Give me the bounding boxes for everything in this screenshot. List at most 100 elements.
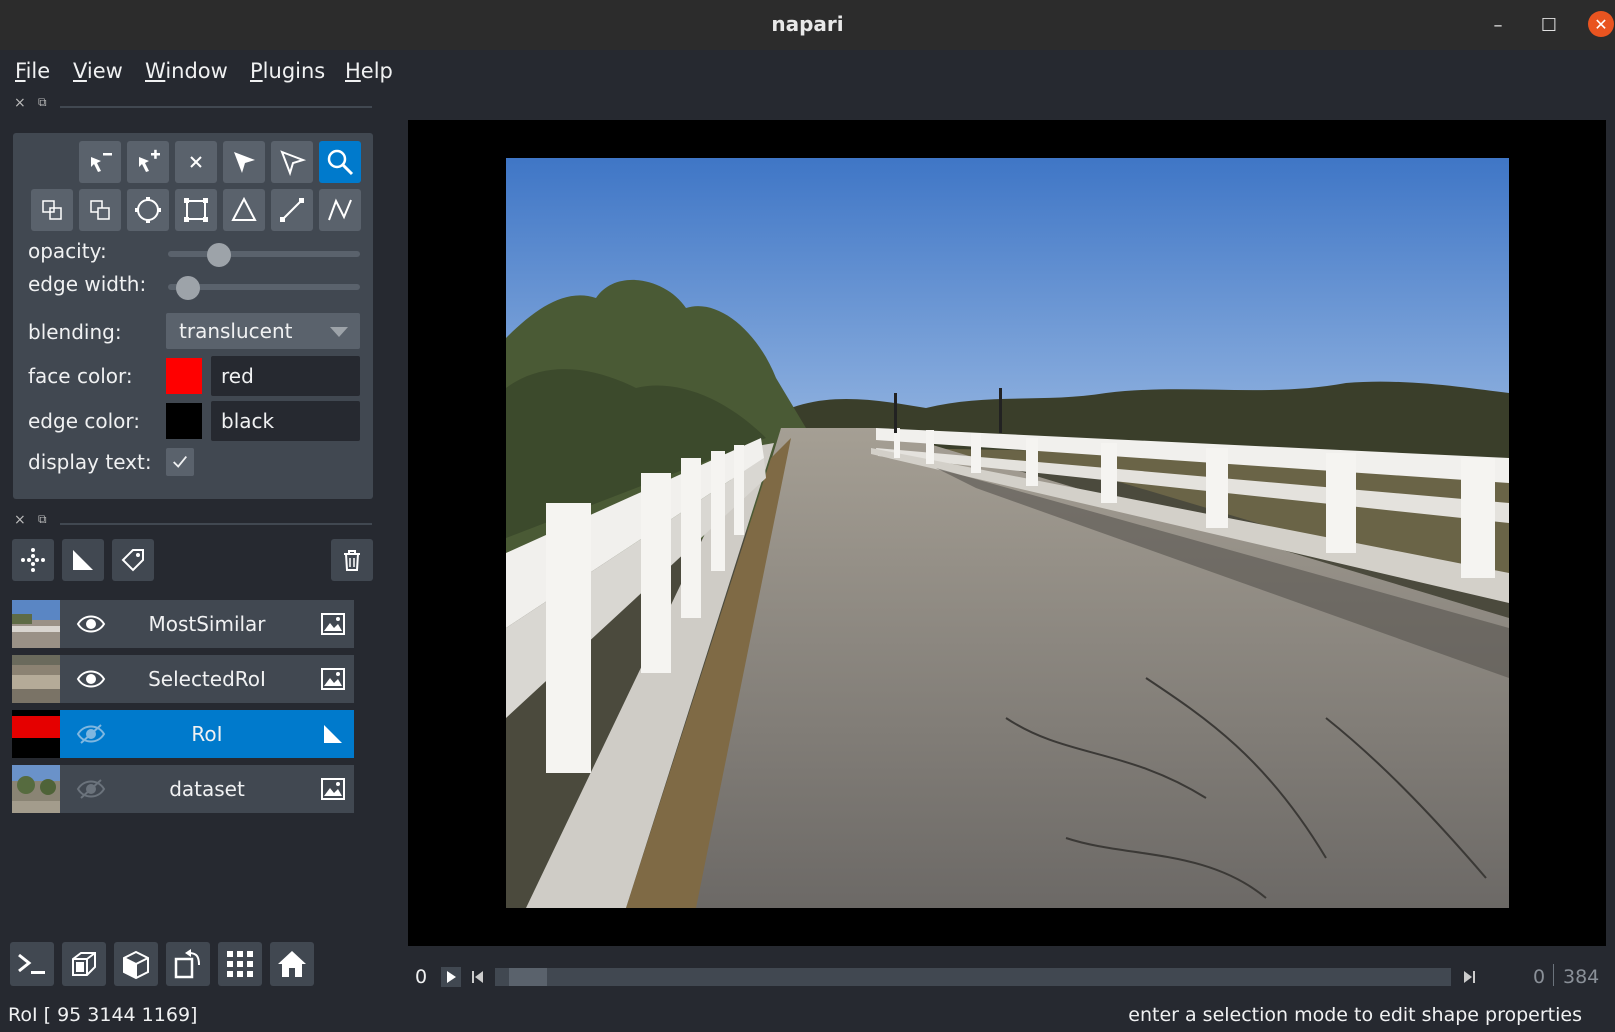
layer-name[interactable]: MostSimilar: [120, 612, 294, 636]
move-front-button[interactable]: [79, 189, 121, 231]
image-icon: [321, 668, 345, 690]
layer-thumbnail: [12, 765, 60, 813]
dims-slider-bar: 0 0 384: [408, 958, 1606, 996]
add-ellipse-button[interactable]: [127, 189, 169, 231]
dock-float-icon[interactable]: ⧉: [38, 95, 47, 110]
layer-controls-dock-header: × ⧉: [14, 95, 372, 114]
ndisplay-button[interactable]: [62, 942, 106, 986]
ellipse-icon: [135, 197, 161, 223]
dims-slider-handle[interactable]: [508, 968, 547, 986]
menu-file[interactable]: File: [15, 59, 50, 83]
pan-zoom-button[interactable]: [319, 141, 361, 183]
menu-window[interactable]: Window: [145, 59, 228, 83]
add-rectangle-button[interactable]: [175, 189, 217, 231]
direct-select-button[interactable]: [223, 141, 265, 183]
add-vertex-button[interactable]: [127, 141, 169, 183]
edge-color-swatch[interactable]: [166, 403, 202, 439]
max-index-label: 384: [1563, 966, 1600, 988]
layer-name[interactable]: dataset: [120, 777, 294, 801]
line-icon: [280, 198, 304, 222]
eye-icon[interactable]: [76, 611, 106, 637]
status-bar: RoI [ 95 3144 1169] enter a selection mo…: [0, 1000, 1615, 1032]
layer-thumbnail: [12, 600, 60, 648]
dims-slider-track[interactable]: [495, 968, 1451, 986]
grid-view-button[interactable]: [218, 942, 262, 986]
trash-icon: [344, 550, 360, 571]
grid-icon: [227, 951, 253, 977]
remove-vertex-icon: [91, 153, 112, 172]
layer-row-roi[interactable]: RoI: [12, 710, 354, 758]
home-icon: [278, 951, 306, 977]
status-cursor-info: RoI [ 95 3144 1169]: [8, 1004, 198, 1026]
chevron-down-icon: [330, 327, 348, 337]
console-button[interactable]: [10, 942, 54, 986]
play-icon[interactable]: [441, 967, 461, 987]
viewer-canvas[interactable]: [408, 120, 1606, 946]
blending-value: translucent: [179, 319, 293, 343]
blending-dropdown[interactable]: translucent: [166, 313, 360, 349]
checkmark-icon: [173, 456, 187, 468]
transpose-icon: [174, 949, 200, 979]
new-points-layer-button[interactable]: [12, 539, 54, 581]
face-color-label: face color:: [28, 364, 133, 388]
minimize-button[interactable]: –: [1483, 10, 1513, 40]
opacity-label: opacity:: [28, 239, 107, 263]
maximize-button[interactable]: ☐: [1534, 10, 1564, 40]
eye-hidden-icon[interactable]: [76, 721, 106, 747]
status-help-text: enter a selection mode to edit shape pro…: [1128, 1004, 1582, 1026]
display-text-checkbox[interactable]: [166, 448, 194, 476]
image-icon: [321, 613, 345, 635]
edge-color-label: edge color:: [28, 409, 140, 433]
face-color-value: red: [221, 364, 254, 388]
layer-list-dock-header: × ⧉: [14, 512, 372, 531]
move-back-icon: [42, 200, 62, 220]
dock-float-icon[interactable]: ⧉: [38, 512, 47, 527]
face-color-field[interactable]: red: [211, 356, 360, 396]
add-vertex-icon: [139, 149, 160, 172]
current-index-label[interactable]: 0: [1533, 966, 1545, 988]
add-path-button[interactable]: [319, 189, 361, 231]
select-shapes-button[interactable]: [271, 141, 313, 183]
new-labels-layer-button[interactable]: [112, 539, 154, 581]
close-button[interactable]: ✕: [1588, 11, 1614, 37]
delete-layer-button[interactable]: [331, 539, 373, 581]
first-frame-icon[interactable]: [470, 967, 486, 987]
menu-view[interactable]: View: [73, 59, 123, 83]
roll-dims-button[interactable]: [114, 942, 158, 986]
title-bar: napari – ☐ ✕: [0, 0, 1615, 50]
move-front-icon: [90, 200, 110, 220]
edge-color-field[interactable]: black: [211, 401, 360, 441]
3d-view-icon: [72, 952, 96, 976]
eye-icon[interactable]: [76, 666, 106, 692]
tag-icon: [121, 549, 144, 572]
cube-icon: [123, 950, 149, 980]
rectangle-icon: [184, 198, 208, 222]
display-text-label: display text:: [28, 450, 152, 474]
layer-controls-panel: opacity: edge width: blending: transluce…: [13, 133, 373, 499]
transpose-button[interactable]: [166, 942, 210, 986]
menu-plugins[interactable]: Plugins: [250, 59, 325, 83]
layer-name[interactable]: RoI: [120, 722, 294, 746]
new-shapes-layer-button[interactable]: [62, 539, 104, 581]
layer-thumbnail: [12, 710, 60, 758]
add-line-button[interactable]: [271, 189, 313, 231]
layer-row-mostsimilar[interactable]: MostSimilar: [12, 600, 354, 648]
zoom-icon: [327, 149, 354, 176]
home-button[interactable]: [270, 942, 314, 986]
layer-name[interactable]: SelectedRoI: [120, 667, 294, 691]
dock-close-icon[interactable]: ×: [14, 512, 26, 528]
layer-row-selectedroi[interactable]: SelectedRoI: [12, 655, 354, 703]
delete-shape-button[interactable]: [175, 141, 217, 183]
terminal-icon: [18, 953, 45, 974]
layer-row-dataset[interactable]: dataset: [12, 765, 354, 813]
shapes-icon: [324, 725, 342, 743]
eye-hidden-icon[interactable]: [76, 776, 106, 802]
last-frame-icon[interactable]: [1461, 967, 1477, 987]
move-back-button[interactable]: [31, 189, 73, 231]
add-polygon-button[interactable]: [223, 189, 265, 231]
face-color-swatch[interactable]: [166, 358, 202, 394]
menu-help[interactable]: Help: [345, 59, 393, 83]
remove-vertex-button[interactable]: [79, 141, 121, 183]
dock-close-icon[interactable]: ×: [14, 95, 26, 111]
select-shapes-icon: [280, 150, 307, 177]
